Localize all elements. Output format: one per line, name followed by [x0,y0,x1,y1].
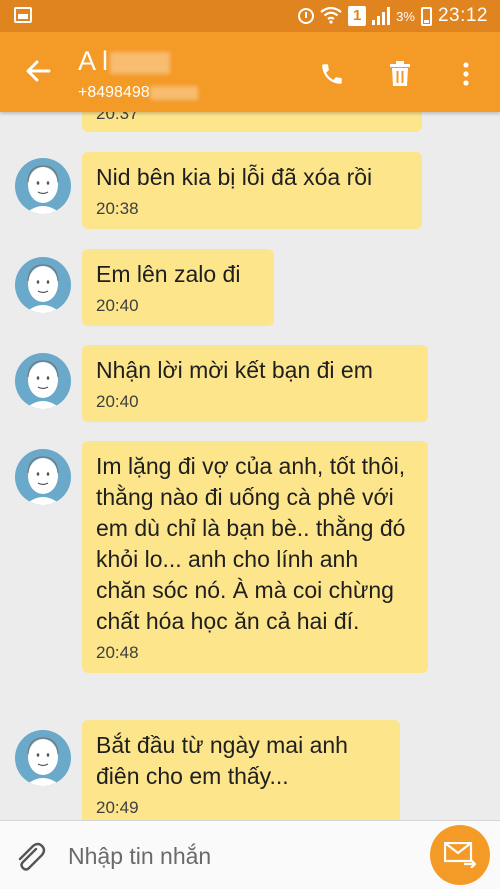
person-avatar-icon [25,360,61,409]
person-avatar-icon [25,456,61,505]
message-time: 20:40 [96,392,139,411]
message-text: Nhận lời mời kết bạn đi em [96,357,373,383]
message-text: Nid bên kia bị lỗi đã xóa rồi [96,164,373,190]
message-time: 20:38 [96,199,139,218]
person-avatar-icon [25,264,61,313]
back-arrow-icon [26,60,51,82]
contact-name-text: A l [78,46,109,76]
message-bubble[interactable]: Nid bên kia bị lỗi đã xóa rồi 20:38 [82,152,422,229]
contact-name-redaction [110,51,171,74]
trash-icon [390,61,410,86]
sim-indicator: 1 [348,6,367,26]
send-button[interactable] [430,825,490,885]
avatar[interactable] [15,730,71,786]
delete-button[interactable] [380,54,420,94]
avatar[interactable] [15,353,71,409]
avatar[interactable] [15,257,71,313]
more-options-button[interactable] [446,54,486,94]
avatar[interactable] [15,449,71,505]
person-avatar-icon [25,737,61,786]
contact-number-text: +8498498 [78,84,150,101]
message-bubble[interactable]: Nhận lời mời kết bạn đi em 20:40 [82,345,428,422]
contact-number: +8498498 [78,84,198,102]
paperclip-icon [18,842,46,871]
battery-icon [420,6,432,26]
contact-name: A l [78,46,171,77]
message-time: 20:49 [96,798,139,817]
message-input[interactable] [66,839,410,873]
message-time: 20:48 [96,643,139,662]
alarm-icon [298,8,315,24]
wifi-icon [320,6,342,27]
more-vert-icon [463,62,469,86]
status-bar: 1 3% 23:12 [0,0,500,32]
message-bubble[interactable]: Bắt đầu từ ngày mai anh điên cho em thấy… [82,720,400,820]
message-text: Bắt đầu từ ngày mai anh điên cho em thấy… [96,732,348,789]
gallery-notification-icon [14,7,32,23]
person-avatar-icon [25,165,61,214]
signal-icon [372,7,391,25]
attach-button[interactable] [14,839,48,873]
conversation-toolbar: A l +8498498 [0,32,500,112]
message-time: 20:37 [96,112,139,123]
call-button[interactable] [312,54,352,94]
contact-number-redaction [149,85,198,100]
compose-bar [0,820,500,889]
status-icons: 1 3% 23:12 [298,0,488,32]
avatar[interactable] [15,158,71,214]
message-bubble[interactable]: Im lặng đi vợ của anh, tốt thôi, thằng n… [82,441,428,673]
message-time: 20:40 [96,296,139,315]
phone-icon [322,64,342,84]
back-button[interactable] [20,56,56,90]
message-bubble[interactable]: Em lên zalo đi 20:40 [82,249,274,326]
status-time: 23:12 [437,5,488,26]
message-bubble[interactable]: 20:37 [82,112,422,132]
send-mail-icon [444,842,476,868]
message-list[interactable]: 20:37 Nid bên kia bị lỗi đã xóa rồi 20:3… [0,112,500,820]
message-text: Em lên zalo đi [96,261,241,287]
message-text: Im lặng đi vợ của anh, tốt thôi, thằng n… [96,453,406,634]
battery-percent: 3% [396,8,415,24]
